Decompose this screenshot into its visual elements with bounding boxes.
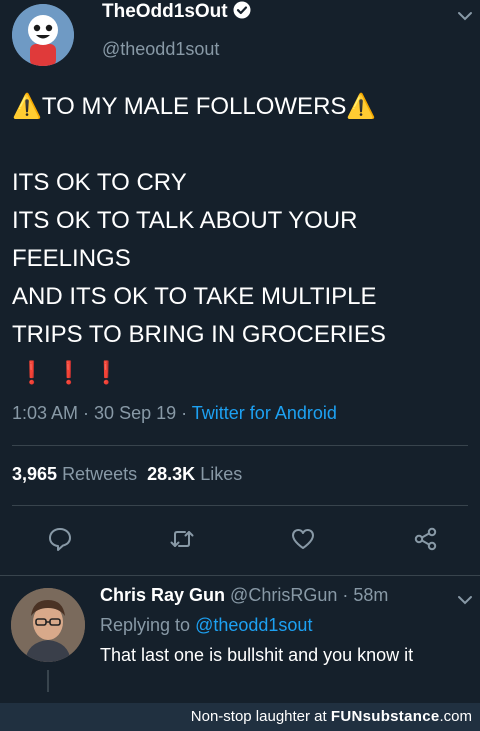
meta-separator: · [78, 403, 95, 423]
replying-to: Replying to @theodd1sout [100, 615, 312, 636]
watermark: Non-stop laughter at FUNsubstance.com [191, 708, 472, 725]
tweet-line: FEELINGS [12, 245, 131, 272]
chevron-down-icon[interactable] [457, 594, 473, 606]
author-avatar[interactable] [12, 4, 74, 66]
watermark-suffix: .com [439, 708, 472, 725]
author-name[interactable]: TheOdd1sOut [102, 1, 251, 25]
warning-icon: ⚠️ [346, 93, 377, 120]
tweet-header: TheOdd1sOut @theodd1sout [0, 0, 480, 80]
verified-badge-icon [233, 1, 251, 25]
reply-avatar[interactable] [11, 588, 85, 662]
reply-header: Chris Ray Gun @ChrisRGun · 58m [100, 585, 388, 606]
retweets-label: Retweets [62, 464, 138, 484]
watermark-prefix: Non-stop laughter at [190, 708, 327, 725]
chevron-down-icon[interactable] [457, 10, 473, 22]
reply-age[interactable]: 58m [353, 585, 388, 605]
tweet-text: ⚠️TO MY MALE FOLLOWERS⚠️ ITS OK TO CRY I… [12, 88, 468, 354]
tweet-line: ITS OK TO TALK ABOUT YOUR [12, 207, 358, 234]
divider [0, 575, 480, 576]
thread-connector [47, 670, 49, 692]
tweet-action-bar [0, 526, 480, 552]
retweet-icon[interactable] [169, 526, 195, 552]
author-name-text[interactable]: TheOdd1sOut [102, 1, 228, 22]
tweet-stats: 3,965 Retweets 28.3K Likes [12, 464, 242, 485]
likes-stat[interactable]: 28.3K Likes [147, 464, 242, 484]
reply-separator: · [337, 585, 354, 605]
reply-author-name[interactable]: Chris Ray Gun [100, 585, 225, 605]
author-handle[interactable]: @theodd1sout [102, 39, 219, 60]
tweet-date[interactable]: 30 Sep 19 [94, 403, 176, 423]
heading-text: TO MY MALE FOLLOWERS [41, 93, 347, 120]
replying-to-mention[interactable]: @theodd1sout [195, 615, 312, 635]
tweet-heading: ⚠️TO MY MALE FOLLOWERS⚠️ [12, 88, 468, 126]
tweet-line: ITS OK TO CRY [12, 169, 187, 196]
tweet-time[interactable]: 1:03 AM [12, 403, 78, 423]
tweet-line: TRIPS TO BRING IN GROCERIES [12, 321, 386, 348]
share-icon[interactable] [413, 526, 439, 552]
reply-tweet[interactable]: Chris Ray Gun @ChrisRGun · 58m Replying … [0, 580, 480, 700]
retweets-count: 3,965 [12, 464, 58, 484]
reply-author-handle[interactable]: @ChrisRGun [230, 585, 337, 605]
like-icon[interactable] [290, 526, 316, 552]
reply-text: That last one is bullshit and you know i… [100, 645, 414, 665]
exclamation-emojis: ❗❗❗ [18, 360, 131, 385]
reply-icon[interactable] [47, 526, 73, 552]
warning-icon: ⚠️ [12, 93, 42, 120]
watermark-bar: Non-stop laughter at FUNsubstance.com [0, 703, 480, 731]
tweet-line: AND ITS OK TO TAKE MULTIPLE [12, 283, 377, 310]
watermark-brand: FUNsubstance [330, 708, 440, 725]
retweets-stat[interactable]: 3,965 Retweets [12, 464, 137, 484]
divider [12, 445, 468, 446]
meta-separator: · [176, 403, 192, 423]
likes-label: Likes [200, 464, 243, 484]
likes-count: 28.3K [147, 464, 196, 484]
tweet-source-link[interactable]: Twitter for Android [192, 403, 337, 423]
tweet-meta: 1:03 AM · 30 Sep 19 · Twitter for Androi… [12, 403, 337, 424]
divider [12, 505, 468, 506]
replying-prefix: Replying to [100, 615, 191, 635]
